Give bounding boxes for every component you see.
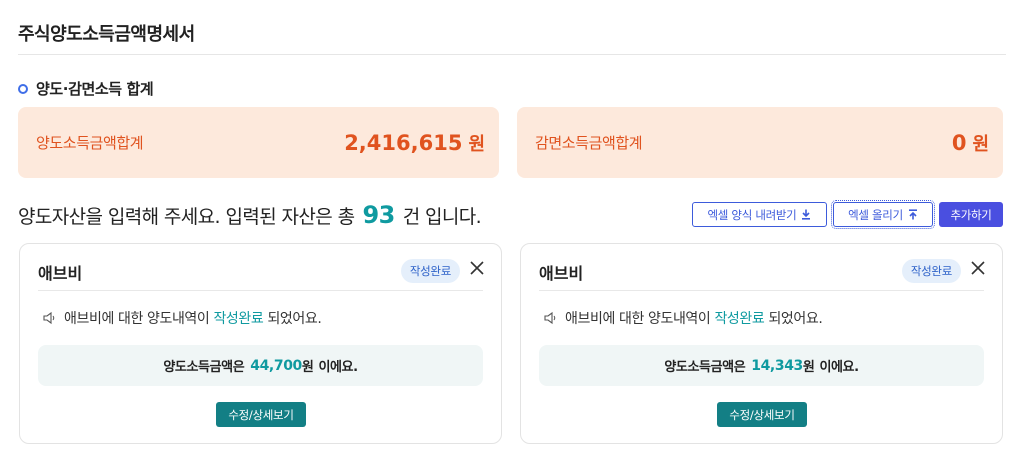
transfer-income-amount-box: 양도소득금액은 44,700 원 이에요. [38, 345, 483, 386]
transfer-income-amount: 14,343 [751, 357, 803, 374]
edit-detail-button[interactable]: 수정/상세보기 [717, 402, 807, 427]
assets-count: 93 [362, 201, 395, 229]
reduction-income-total-card: 감면소득금액합계 0 원 [517, 107, 1003, 178]
close-icon[interactable] [469, 260, 485, 276]
status-badge: 작성완료 [901, 259, 961, 283]
assets-prompt-after: 건 입니다. [402, 206, 482, 228]
speaker-icon [544, 311, 556, 325]
asset-card-title: 애브비 [38, 264, 83, 283]
card-divider [539, 290, 984, 291]
title-divider [18, 54, 1006, 55]
close-icon[interactable] [970, 260, 986, 276]
ring-bullet-icon [18, 83, 28, 94]
reduction-income-total-amount: 0 [951, 130, 967, 155]
add-asset-button[interactable]: 추가하기 [939, 202, 1003, 227]
notice-prefix: 애브비에 대한 양도내역이 [565, 311, 711, 327]
asset-notice: 애브비에 대한 양도내역이 작성완료 되었어요. [543, 308, 823, 328]
transfer-income-amount-box: 양도소득금액은 14,343 원 이에요. [539, 345, 984, 386]
excel-upload-button[interactable]: 엑셀 올리기 [831, 200, 935, 229]
asset-notice: 애브비에 대한 양도내역이 작성완료 되었어요. [42, 308, 322, 328]
reduction-income-total-unit: 원 [972, 133, 989, 155]
summary-section-title: 양도·감면소득 합계 [36, 80, 154, 98]
notice-highlight: 작성완료 [714, 311, 765, 327]
amount-prefix: 양도소득금액은 [163, 360, 245, 375]
notice-suffix: 되었어요. [267, 311, 322, 327]
excel-template-download-button[interactable]: 엑셀 양식 내려받기 [692, 202, 827, 227]
notice-prefix: 애브비에 대한 양도내역이 [64, 311, 210, 327]
summary-section-header: 양도·감면소득 합계 [18, 78, 154, 99]
asset-card: 애브비 작성완료 애브비에 대한 양도내역이 작성완료 되었어요. 양도소득금액… [19, 243, 502, 444]
reduction-income-total-label: 감면소득금액합계 [535, 134, 643, 152]
notice-suffix: 되었어요. [768, 311, 823, 327]
amount-suffix: 이에요. [819, 360, 859, 375]
assets-prompt-before: 양도자산을 입력해 주세요. 입력된 자산은 총 [18, 206, 355, 228]
transfer-income-amount: 44,700 [250, 357, 302, 374]
transfer-income-total-value: 2,416,615 원 [344, 130, 485, 156]
status-badge: 작성완료 [400, 259, 460, 283]
excel-upload-label: 엑셀 올리기 [848, 207, 903, 222]
amount-prefix: 양도소득금액은 [664, 360, 746, 375]
download-icon [802, 209, 811, 220]
transfer-income-total-amount: 2,416,615 [344, 130, 463, 155]
transfer-income-total-card: 양도소득금액합계 2,416,615 원 [18, 107, 499, 178]
amount-suffix: 이에요. [318, 360, 358, 375]
page-title: 주식양도소득금액명세서 [18, 24, 195, 45]
excel-template-download-label: 엑셀 양식 내려받기 [707, 207, 797, 222]
edit-detail-button[interactable]: 수정/상세보기 [216, 402, 306, 427]
amount-unit: 원 [301, 360, 314, 375]
transfer-income-total-label: 양도소득금액합계 [36, 134, 144, 152]
asset-card-title: 애브비 [539, 264, 584, 283]
transfer-income-total-unit: 원 [468, 133, 485, 155]
notice-highlight: 작성완료 [213, 311, 264, 327]
card-divider [38, 290, 483, 291]
amount-unit: 원 [802, 360, 815, 375]
assets-prompt: 양도자산을 입력해 주세요. 입력된 자산은 총 93 건 입니다. [18, 201, 482, 229]
speaker-icon [43, 311, 55, 325]
reduction-income-total-value: 0 원 [952, 130, 989, 156]
upload-icon [908, 209, 917, 220]
asset-card: 애브비 작성완료 애브비에 대한 양도내역이 작성완료 되었어요. 양도소득금액… [520, 243, 1003, 444]
